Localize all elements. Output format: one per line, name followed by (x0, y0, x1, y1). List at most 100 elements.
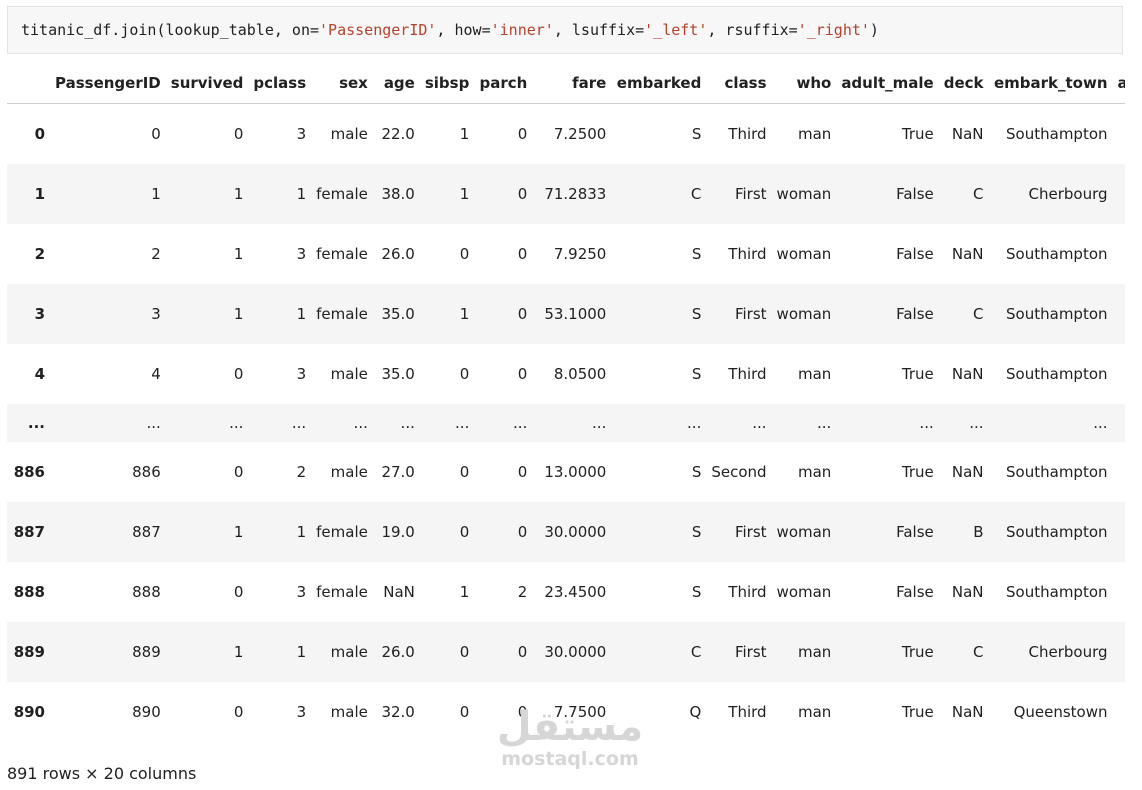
table-cell: 0 (233, 125, 244, 143)
code-text: ) (869, 21, 879, 39)
table-cell: 32.0 (381, 703, 415, 721)
table-cell (1113, 502, 1125, 562)
table-cell: 0 (517, 523, 528, 541)
column-header: fare (532, 63, 612, 104)
table-cell: B (973, 523, 984, 541)
table-row: 887 887 1 1 female 19.0 0 0 30.0000 S First woman Fa… (7, 502, 1125, 562)
table-cell: 7.9250 (553, 245, 607, 263)
column-header: PassengerID (50, 63, 166, 104)
row-index: 3 (34, 305, 45, 323)
table-cell (1113, 284, 1125, 344)
table-cell: Third (728, 583, 767, 601)
column-header: embarked (611, 63, 707, 104)
table-cell: True (901, 703, 934, 721)
table-cell (1113, 622, 1125, 682)
table-cell: 3 (296, 245, 307, 263)
table-cell: 26.0 (381, 245, 415, 263)
table-cell: S (691, 523, 702, 541)
table-cell: Southampton (1006, 365, 1108, 383)
column-header: al (1112, 63, 1125, 104)
table-row: ........................................… (7, 404, 1125, 442)
code-string-literal: '_right' (797, 21, 870, 39)
row-index: 2 (34, 245, 45, 263)
table-cell: male (330, 703, 368, 721)
table-cell (1113, 344, 1125, 404)
table-cell: 0 (517, 703, 528, 721)
table-cell: 0 (517, 125, 528, 143)
column-header: survived (165, 63, 249, 104)
table-cell: Southampton (1006, 583, 1108, 601)
table-cell: Southampton (1006, 463, 1108, 481)
table-cell: 0 (233, 703, 244, 721)
table-cell: ... (353, 414, 368, 432)
index-header (7, 63, 50, 104)
table-cell: 8.0500 (553, 365, 607, 383)
table-cell: 7.7500 (553, 703, 607, 721)
table-cell: 1 (151, 185, 161, 203)
table-cell: 889 (132, 643, 161, 661)
table-cell: ... (687, 414, 702, 432)
table-cell: 3 (296, 703, 307, 721)
table-cell: male (330, 643, 368, 661)
table-cell: S (691, 463, 702, 481)
table-cell: man (798, 365, 832, 383)
table-cell: man (798, 643, 832, 661)
table-cell: C (690, 643, 702, 661)
table-cell: woman (776, 583, 832, 601)
dataframe-shape-summary: 891 rows × 20 columns (7, 764, 197, 783)
column-header: class (706, 63, 772, 104)
table-cell: S (691, 125, 702, 143)
code-string-literal: 'inner' (490, 21, 554, 39)
table-cell: woman (776, 523, 832, 541)
table-cell: ... (455, 414, 470, 432)
table-cell: ... (969, 414, 984, 432)
table-cell: 0 (459, 245, 470, 263)
column-header: embark_town (988, 63, 1113, 104)
table-cell: False (896, 583, 934, 601)
table-cell: Southampton (1006, 305, 1108, 323)
table-cell: Southampton (1006, 125, 1108, 143)
table-cell: Third (728, 125, 767, 143)
table-cell: 0 (459, 463, 470, 481)
table-cell: 887 (132, 523, 161, 541)
table-cell: False (896, 185, 934, 203)
code-cell[interactable]: titanic_df.join(lookup_table, on='Passen… (7, 6, 1123, 54)
table-cell: 0 (459, 523, 470, 541)
table-cell: 4 (151, 365, 161, 383)
row-index: ... (27, 414, 45, 432)
table-cell: 2 (517, 583, 528, 601)
column-header: age (372, 63, 420, 104)
table-cell: 1 (233, 185, 244, 203)
table-cell: 3 (296, 583, 307, 601)
table-cell: C (973, 643, 984, 661)
table-cell: NaN (951, 125, 984, 143)
table-cell: 23.4500 (544, 583, 607, 601)
table-cell: 1 (296, 305, 307, 323)
table-cell: Third (728, 245, 767, 263)
code-text: , rsuffix= (707, 21, 798, 39)
table-cell: 2 (296, 463, 307, 481)
table-cell: 1 (459, 583, 470, 601)
row-index: 887 (13, 523, 45, 541)
table-cell: ... (592, 414, 607, 432)
table-cell: 3 (296, 125, 307, 143)
column-header: sibsp (419, 63, 475, 104)
table-cell: ... (400, 414, 415, 432)
table-cell: NaN (951, 703, 984, 721)
table-cell: Q (689, 703, 702, 721)
table-cell: ... (1093, 414, 1108, 432)
table-cell: First (734, 305, 767, 323)
table-cell: Third (728, 365, 767, 383)
code-text: , lsuffix= (553, 21, 645, 39)
table-cell: man (798, 463, 832, 481)
table-cell: NaN (383, 583, 415, 601)
table-cell: 0 (517, 365, 528, 383)
table-cell: NaN (951, 583, 984, 601)
table-cell: 53.1000 (544, 305, 607, 323)
code-string-literal: '_left' (644, 21, 708, 39)
table-cell: Cherbourg (1028, 643, 1108, 661)
table-cell: 0 (233, 463, 244, 481)
table-row: 3 3 1 1 female 35.0 1 0 53.1000 S First woman False C… (7, 284, 1125, 344)
table-cell: ... (229, 414, 244, 432)
column-header: who (771, 63, 837, 104)
